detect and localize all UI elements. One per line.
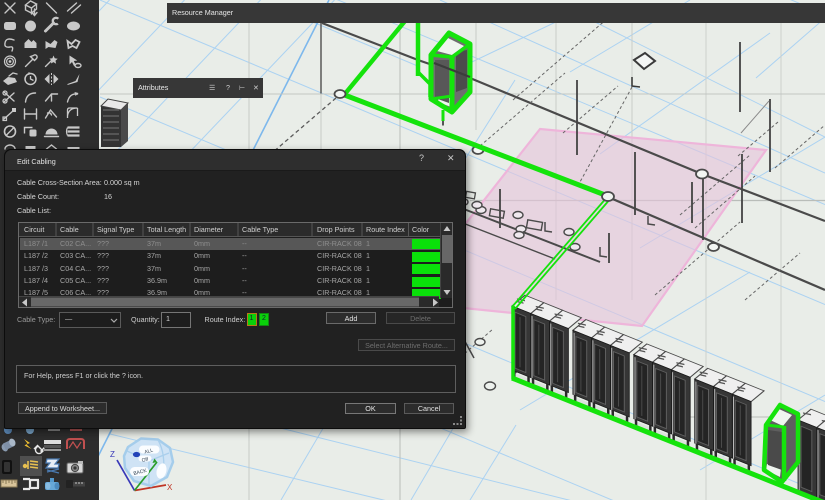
svg-text:Z: Z <box>110 450 115 459</box>
svg-text:X: X <box>167 483 173 492</box>
